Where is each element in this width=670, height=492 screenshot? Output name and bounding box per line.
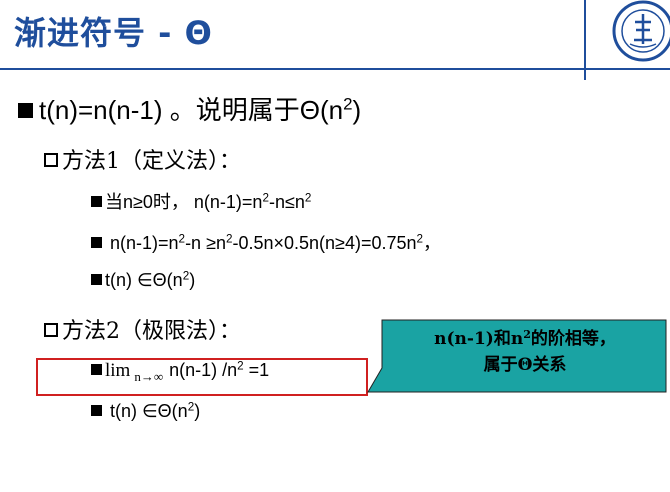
callout-text: n(n-1)和n2的阶相等， 属于Θ关系	[434, 327, 616, 375]
callout-bubble	[367, 319, 667, 393]
